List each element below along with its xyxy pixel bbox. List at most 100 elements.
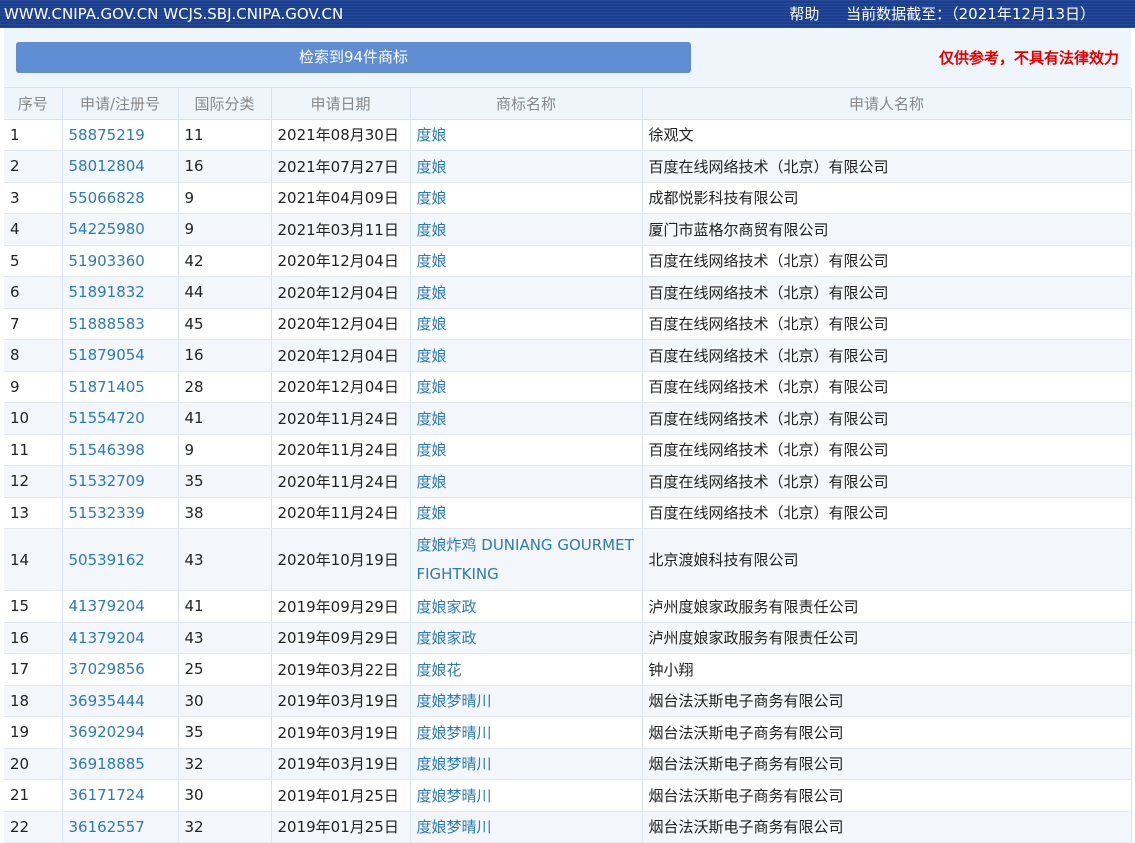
reg-number-link[interactable]: 55066828 [62, 182, 179, 214]
help-link[interactable]: 帮助 [789, 5, 819, 23]
reg-number-link[interactable]: 36171724 [62, 779, 179, 812]
table-header-row: 序号 申请/注册号 国际分类 申请日期 商标名称 申请人名称 [4, 88, 1132, 120]
applicant-name: 成都悦影科技有限公司 [642, 182, 1132, 214]
mark-name-link[interactable]: 度娘 [410, 276, 643, 309]
applicant-name: 百度在线网络技术（北京）有限公司 [642, 245, 1132, 277]
applicant-name: 泸州度娘家政服务有限责任公司 [642, 622, 1132, 654]
reg-number-link[interactable]: 51903360 [62, 245, 179, 277]
reg-number-link[interactable]: 36935444 [62, 685, 179, 717]
mark-name-link[interactable]: 度娘炸鸡 DUNIANG GOURMET FIGHTKING [410, 528, 643, 591]
reg-number-link[interactable]: 41379204 [62, 622, 179, 654]
application-date: 2020年11月24日 [271, 465, 411, 498]
applicant-name: 百度在线网络技术（北京）有限公司 [642, 150, 1132, 183]
reg-number-link[interactable]: 51532339 [62, 497, 179, 529]
row-index: 7 [4, 308, 63, 340]
reg-number-link[interactable]: 51554720 [62, 402, 179, 435]
mark-name-link[interactable]: 度娘 [410, 213, 643, 246]
mark-name-link[interactable]: 度娘梦晴川 [410, 748, 643, 780]
reg-number-link[interactable]: 51891832 [62, 276, 179, 309]
reg-number-link[interactable]: 37029856 [62, 653, 179, 686]
mark-name-link[interactable]: 度娘 [410, 308, 643, 340]
applicant-name: 烟台法沃斯电子商务有限公司 [642, 748, 1132, 780]
intl-class: 11 [178, 119, 272, 151]
mark-name-link[interactable]: 度娘家政 [410, 590, 643, 623]
reg-number-link[interactable]: 50539162 [62, 528, 179, 591]
applicant-name: 烟台法沃斯电子商务有限公司 [642, 685, 1132, 717]
table-row: 1 58875219 11 2021年08月30日 度娘 徐观文 [4, 119, 1132, 151]
reg-number-link[interactable]: 36918885 [62, 748, 179, 780]
table-row: 5 51903360 42 2020年12月04日 度娘 百度在线网络技术（北京）有限公司 [4, 245, 1132, 277]
row-index: 4 [4, 213, 63, 246]
intl-class: 9 [178, 213, 272, 246]
site-urls: WWW.CNIPA.GOV.CN WCJS.SBJ.CNIPA.GOV.CN [4, 5, 344, 23]
mark-name-link[interactable]: 度娘 [410, 182, 643, 214]
mark-name-link[interactable]: 度娘 [410, 119, 643, 151]
application-date: 2020年12月04日 [271, 371, 411, 403]
result-count-button[interactable]: 检索到94件商标 [16, 42, 691, 73]
table-row: 16 41379204 43 2019年09月29日 度娘家政 泸州度娘家政服务有限责任公… [4, 622, 1132, 654]
table-row: 19 36920294 35 2019年03月19日 度娘梦晴川 烟台法沃斯电子商务有限公… [4, 716, 1132, 749]
mark-name-link[interactable]: 度娘 [410, 150, 643, 183]
header-applicant[interactable]: 申请人名称 [642, 88, 1132, 120]
header-app-date[interactable]: 申请日期 [271, 88, 411, 120]
reg-number-link[interactable]: 58012804 [62, 150, 179, 183]
mark-name-link[interactable]: 度娘 [410, 371, 643, 403]
applicant-name: 厦门市蓝格尔商贸有限公司 [642, 213, 1132, 246]
row-index: 16 [4, 622, 63, 654]
row-index: 9 [4, 371, 63, 403]
application-date: 2020年10月19日 [271, 528, 411, 591]
application-date: 2020年12月04日 [271, 276, 411, 309]
mark-name-link[interactable]: 度娘 [410, 339, 643, 372]
top-bar-right: 帮助 当前数据截至：（2021年12月13日） [789, 0, 1095, 28]
header-mark-name[interactable]: 商标名称 [410, 88, 643, 120]
mark-name-link[interactable]: 度娘花 [410, 653, 643, 686]
intl-class: 43 [178, 622, 272, 654]
mark-name-link[interactable]: 度娘梦晴川 [410, 685, 643, 717]
application-date: 2020年11月24日 [271, 497, 411, 529]
applicant-name: 钟小翔 [642, 653, 1132, 686]
application-date: 2021年08月30日 [271, 119, 411, 151]
reg-number-link[interactable]: 41379204 [62, 590, 179, 623]
mark-name-link[interactable]: 度娘梦晴川 [410, 811, 643, 843]
row-index: 19 [4, 716, 63, 749]
reg-number-link[interactable]: 54225980 [62, 213, 179, 246]
mark-name-link[interactable]: 度娘梦晴川 [410, 779, 643, 812]
row-index: 10 [4, 402, 63, 435]
mark-name-link[interactable]: 度娘 [410, 465, 643, 498]
mark-name-link[interactable]: 度娘 [410, 402, 643, 435]
application-date: 2019年01月25日 [271, 779, 411, 812]
application-date: 2020年12月04日 [271, 245, 411, 277]
header-reg-no[interactable]: 申请/注册号 [62, 88, 179, 120]
trademark-results-table: 序号 申请/注册号 国际分类 申请日期 商标名称 申请人名称 1 58875219… [4, 88, 1132, 843]
application-date: 2019年03月22日 [271, 653, 411, 686]
application-date: 2020年12月04日 [271, 308, 411, 340]
table-row: 8 51879054 16 2020年12月04日 度娘 百度在线网络技术（北京）有限公司 [4, 339, 1132, 372]
reg-number-link[interactable]: 51879054 [62, 339, 179, 372]
row-index: 8 [4, 339, 63, 372]
header-no[interactable]: 序号 [4, 88, 63, 120]
header-intl-class[interactable]: 国际分类 [178, 88, 272, 120]
row-index: 12 [4, 465, 63, 498]
reg-number-link[interactable]: 36162557 [62, 811, 179, 843]
reg-number-link[interactable]: 51546398 [62, 434, 179, 466]
reg-number-link[interactable]: 36920294 [62, 716, 179, 749]
mark-name-link[interactable]: 度娘家政 [410, 622, 643, 654]
intl-class: 35 [178, 716, 272, 749]
application-date: 2019年03月19日 [271, 685, 411, 717]
intl-class: 42 [178, 245, 272, 277]
reg-number-link[interactable]: 51532709 [62, 465, 179, 498]
row-index: 6 [4, 276, 63, 309]
intl-class: 28 [178, 371, 272, 403]
mark-name-link[interactable]: 度娘 [410, 245, 643, 277]
mark-name-link[interactable]: 度娘 [410, 434, 643, 466]
application-date: 2019年01月25日 [271, 811, 411, 843]
reg-number-link[interactable]: 58875219 [62, 119, 179, 151]
reg-number-link[interactable]: 51888583 [62, 308, 179, 340]
intl-class: 25 [178, 653, 272, 686]
table-row: 7 51888583 45 2020年12月04日 度娘 百度在线网络技术（北京）有限公司 [4, 308, 1132, 340]
reg-number-link[interactable]: 51871405 [62, 371, 179, 403]
mark-name-link[interactable]: 度娘 [410, 497, 643, 529]
mark-name-link[interactable]: 度娘梦晴川 [410, 716, 643, 749]
application-date: 2021年03月11日 [271, 213, 411, 246]
application-date: 2019年03月19日 [271, 716, 411, 749]
